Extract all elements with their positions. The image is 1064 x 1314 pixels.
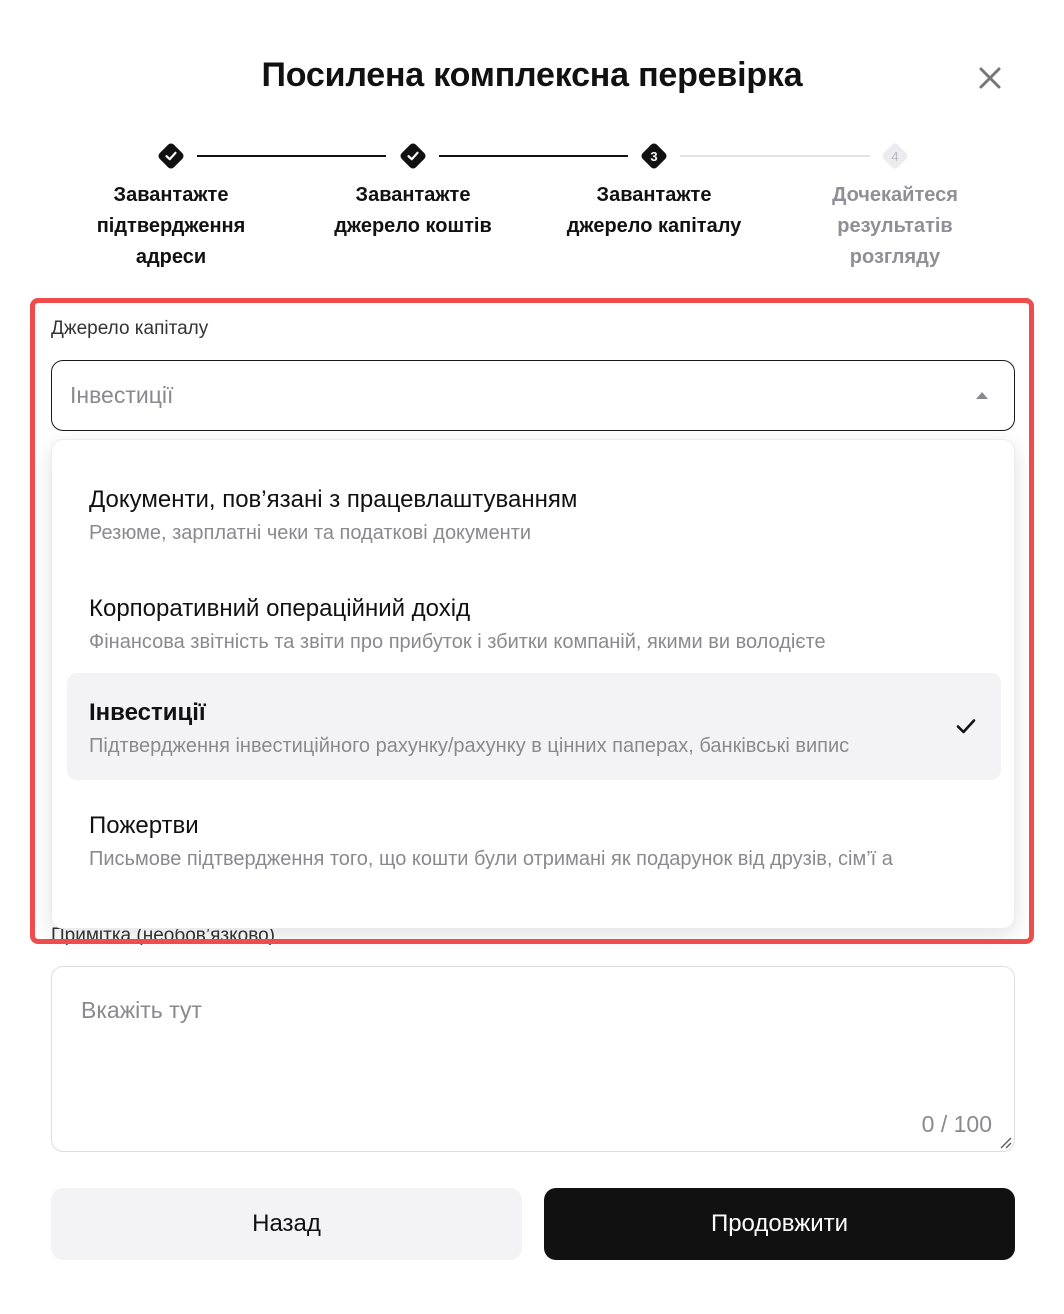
step-connector-1: [197, 155, 386, 157]
option-title: Корпоративний операційний дохід: [89, 595, 471, 622]
option-description: Підтвердження інвестиційного рахунку/рах…: [89, 735, 850, 757]
note-textarea[interactable]: Вкажіть тут 0 / 100: [51, 966, 1015, 1152]
option-employment-documents[interactable]: Документи, пов’язані з працевлаштуванням…: [67, 460, 1001, 567]
option-title: Інвестиції: [89, 699, 206, 726]
step-4-label: Дочекайтеся результатів розгляду: [832, 184, 958, 268]
step-3-number: 3: [650, 148, 658, 164]
step-1-marker: [156, 141, 186, 171]
check-icon: [165, 151, 177, 161]
option-description: Фінансова звітність та звіти про прибуто…: [89, 631, 826, 653]
step-4-number: 4: [891, 148, 899, 164]
option-donations[interactable]: Пожертви Письмове підтвердження того, що…: [67, 786, 1001, 893]
option-investments[interactable]: Інвестиції Підтвердження інвестиційного …: [67, 673, 1001, 780]
caret-up-icon: [976, 392, 988, 399]
capital-source-select[interactable]: Інвестиції: [51, 360, 1015, 431]
back-button[interactable]: Назад: [51, 1188, 522, 1260]
option-title: Документи, пов’язані з працевлаштуванням: [89, 486, 578, 513]
option-description: Письмове підтвердження того, що кошти бу…: [89, 848, 893, 870]
check-icon: [956, 719, 976, 734]
resize-handle-icon[interactable]: [998, 1135, 1012, 1149]
step-2-label: Завантажте джерело коштів: [334, 184, 492, 237]
capital-source-label: Джерело капіталу: [51, 318, 209, 339]
continue-button[interactable]: Продовжити: [544, 1188, 1015, 1260]
capital-source-dropdown: Документи, пов’язані з працевлаштуванням…: [51, 439, 1015, 929]
option-title: Пожертви: [89, 812, 199, 839]
step-1-label: Завантажте підтвердження адреси: [96, 184, 246, 268]
option-description: Резюме, зарплатні чеки та податкові доку…: [89, 522, 532, 544]
step-connector-2: [439, 155, 628, 157]
check-icon: [407, 151, 419, 161]
select-value: Інвестиції: [70, 382, 174, 408]
option-corporate-income[interactable]: Корпоративний операційний дохід Фінансов…: [67, 569, 1001, 676]
step-connector-3: [680, 155, 870, 157]
note-placeholder: Вкажіть тут: [81, 997, 202, 1023]
kyc-modal: Посилена комплексна перевірка 3 4 Завант…: [0, 0, 1064, 1314]
char-counter: 0 / 100: [921, 1111, 992, 1137]
step-3-label: Завантажте джерело капіталу: [566, 184, 742, 237]
close-icon: [979, 67, 1001, 89]
step-2-marker: [398, 141, 428, 171]
step-4-marker: 4: [880, 141, 910, 171]
modal-title: Посилена комплексна перевірка: [261, 56, 803, 94]
close-button[interactable]: [970, 58, 1010, 98]
step-3-marker: 3: [639, 141, 669, 171]
